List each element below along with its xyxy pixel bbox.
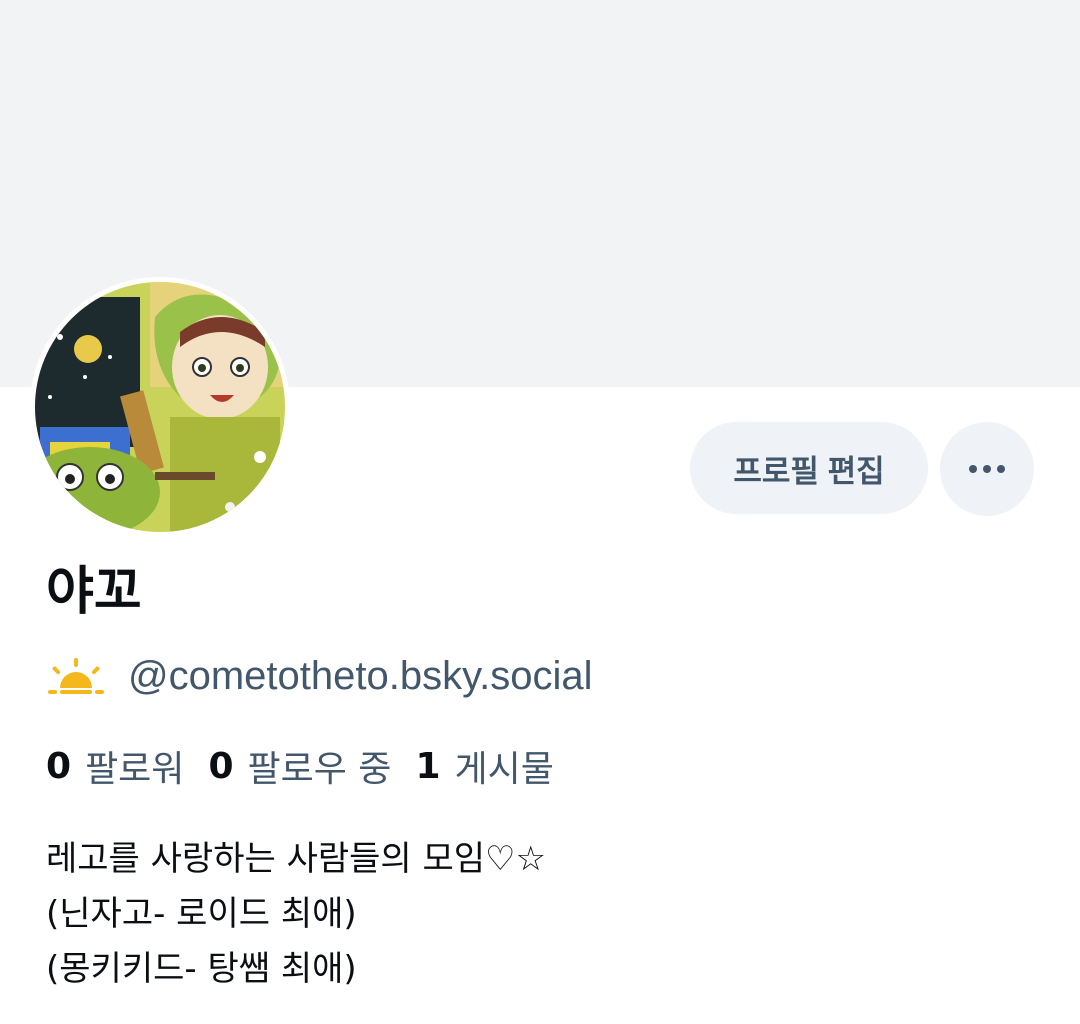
profile-stats: 0 팔로워 0 팔로우 중 1 게시물 — [46, 740, 578, 792]
posts-label: 게시물 — [454, 749, 554, 790]
handle-row: @cometotheto.bsky.social — [46, 650, 593, 702]
display-name: 야꼬 — [46, 562, 142, 622]
following-stat[interactable]: 0 팔로우 중 — [208, 740, 391, 792]
edit-profile-button[interactable]: 프로필 편집 — [690, 422, 928, 514]
profile-bio: 레고를 사랑하는 사람들의 모임♡☆ (닌자고- 로이드 최애) (몽키키드- … — [46, 832, 546, 997]
bio-line: 레고를 사랑하는 사람들의 모임♡☆ — [46, 839, 547, 879]
avatar[interactable] — [30, 277, 290, 537]
following-label: 팔로우 중 — [247, 749, 392, 790]
followers-label: 팔로워 — [85, 749, 185, 790]
profile-handle[interactable]: @cometotheto.bsky.social — [128, 654, 593, 699]
ellipsis-icon — [966, 465, 1008, 473]
posts-count: 1 — [415, 745, 441, 787]
sunrise-icon — [48, 658, 104, 694]
profile-page: 프로필 편집 야꼬 @cometotheto.bsky.social 0 팔로워… — [0, 0, 1080, 1024]
posts-stat: 1 게시물 — [415, 740, 553, 792]
followers-count: 0 — [46, 745, 72, 787]
following-count: 0 — [208, 745, 234, 787]
bio-line: (몽키키드- 탕쌤 최애) — [46, 949, 357, 989]
bio-line: (닌자고- 로이드 최애) — [46, 894, 357, 934]
more-options-button[interactable] — [940, 422, 1034, 516]
followers-stat[interactable]: 0 팔로워 — [46, 740, 184, 792]
